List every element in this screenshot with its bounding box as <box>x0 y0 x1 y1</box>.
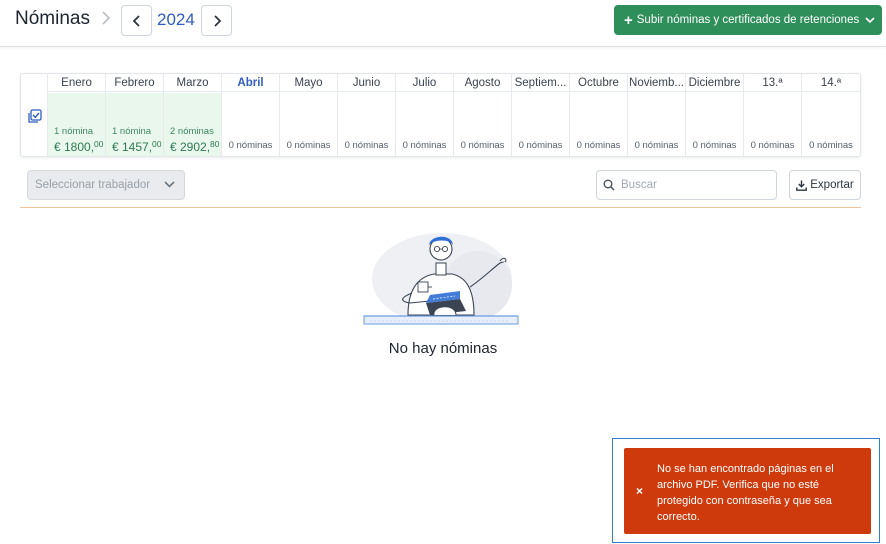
month-name: Julio <box>396 74 453 92</box>
month-payslip-count: 0 nóminas <box>750 140 795 151</box>
month-amount: € 1457,00 <box>112 139 162 154</box>
month-payslip-count: 0 nóminas <box>692 140 737 151</box>
month-name: Octubre <box>570 74 627 92</box>
next-year-button[interactable] <box>201 5 232 36</box>
month-column[interactable]: Diciembre 0 nóminas <box>686 74 744 156</box>
month-payslip-count: 0 nóminas <box>576 140 621 151</box>
month-name: Noviemb... <box>628 74 685 92</box>
month-column[interactable]: Septiem... 0 nóminas <box>512 74 570 156</box>
month-name: Mayo <box>280 74 337 92</box>
month-name: Abril <box>222 74 279 92</box>
month-column[interactable]: Julio 0 nóminas <box>396 74 454 156</box>
month-name: Enero <box>48 74 105 92</box>
month-amount-cents: 00 <box>94 139 104 149</box>
month-column[interactable]: Agosto 0 nóminas <box>454 74 512 156</box>
empty-state-title: No hay nóminas <box>388 340 498 357</box>
month-payslip-count: 1 nómina <box>112 126 152 137</box>
section-divider <box>20 207 861 208</box>
export-button[interactable]: Exportar <box>789 170 861 200</box>
month-column[interactable]: Abril 0 nóminas <box>222 74 280 157</box>
month-payslip-count: 1 nómina <box>54 126 94 137</box>
month-column[interactable]: 13.ª 0 nóminas <box>744 74 802 156</box>
month-amount-cents: 80 <box>210 139 220 149</box>
select-all-checkbox-icon[interactable] <box>28 109 42 123</box>
chevron-right-icon <box>101 9 111 32</box>
error-toast-message: No se han encontrado páginas en el archi… <box>657 463 834 523</box>
month-amount-whole: € 1457, <box>112 140 153 154</box>
month-payslip-count: 0 nóminas <box>344 140 389 151</box>
empty-state-illustration-icon <box>363 233 519 325</box>
month-name: 13.ª <box>744 74 801 92</box>
month-name: Septiem... <box>512 74 569 92</box>
month-payslip-count: 2 nóminas <box>170 126 214 137</box>
selected-year: 2024 <box>157 10 195 29</box>
chevron-down-icon <box>865 16 875 23</box>
month-name: Agosto <box>454 74 511 92</box>
top-header: Nóminas 2024 + Subir nóminas y certifica… <box>0 0 886 47</box>
search-box[interactable] <box>596 170 777 200</box>
month-name: Febrero <box>106 74 163 92</box>
upload-payslips-label: Subir nóminas y certificados de retencio… <box>636 14 860 26</box>
export-label: Exportar <box>810 179 854 191</box>
chevron-right-icon <box>213 14 221 27</box>
worker-select-placeholder: Seleccionar trabajador <box>35 179 151 191</box>
select-all-column <box>21 74 48 156</box>
month-payslip-count: 0 nóminas <box>809 140 853 151</box>
month-column[interactable]: Enero 1 nómina € 1800,00 <box>48 74 106 156</box>
active-month-underline <box>222 156 279 157</box>
month-column[interactable]: Febrero 1 nómina € 1457,00 <box>106 74 164 156</box>
month-payslip-count: 0 nóminas <box>460 140 505 151</box>
error-toast: × No se han encontrado páginas en el arc… <box>624 448 871 534</box>
worker-select[interactable]: Seleccionar trabajador <box>27 170 185 200</box>
search-icon <box>603 179 615 191</box>
month-name: 14.ª <box>802 74 860 92</box>
month-payslip-count: 0 nóminas <box>518 140 563 151</box>
month-column[interactable]: Noviemb... 0 nóminas <box>628 74 686 156</box>
months-table: Enero 1 nómina € 1800,00 Febrero 1 nómina € 1… <box>20 73 861 157</box>
month-column[interactable]: Octubre 0 nóminas <box>570 74 628 156</box>
month-payslip-count: 0 nóminas <box>634 140 679 151</box>
month-name: Diciembre <box>686 74 743 92</box>
page-title: Nóminas <box>15 8 90 29</box>
chevron-left-icon <box>132 14 140 27</box>
previous-year-button[interactable] <box>121 5 152 36</box>
month-payslip-count: 0 nóminas <box>402 140 447 151</box>
month-column[interactable]: Mayo 0 nóminas <box>280 74 338 156</box>
month-name: Marzo <box>164 74 221 92</box>
download-icon <box>796 180 808 191</box>
chevron-down-icon <box>164 181 175 188</box>
upload-payslips-button[interactable]: + Subir nóminas y certificados de retenc… <box>614 5 882 35</box>
close-icon[interactable]: × <box>636 484 643 498</box>
month-payslip-count: 0 nóminas <box>286 140 331 151</box>
month-amount-cents: 00 <box>152 139 162 149</box>
month-column[interactable]: Marzo 2 nóminas € 2902,80 <box>164 74 222 156</box>
month-amount: € 1800,00 <box>54 139 104 154</box>
month-amount-whole: € 1800, <box>54 140 95 154</box>
month-payslip-count: 0 nóminas <box>228 140 273 151</box>
search-input[interactable] <box>621 179 771 191</box>
month-column[interactable]: 14.ª 0 nóminas <box>802 74 860 156</box>
month-amount-whole: € 2902, <box>170 140 211 154</box>
month-amount: € 2902,80 <box>170 139 220 154</box>
month-column[interactable]: Junio 0 nóminas <box>338 74 396 156</box>
month-name: Junio <box>338 74 395 92</box>
plus-icon: + <box>624 11 633 29</box>
